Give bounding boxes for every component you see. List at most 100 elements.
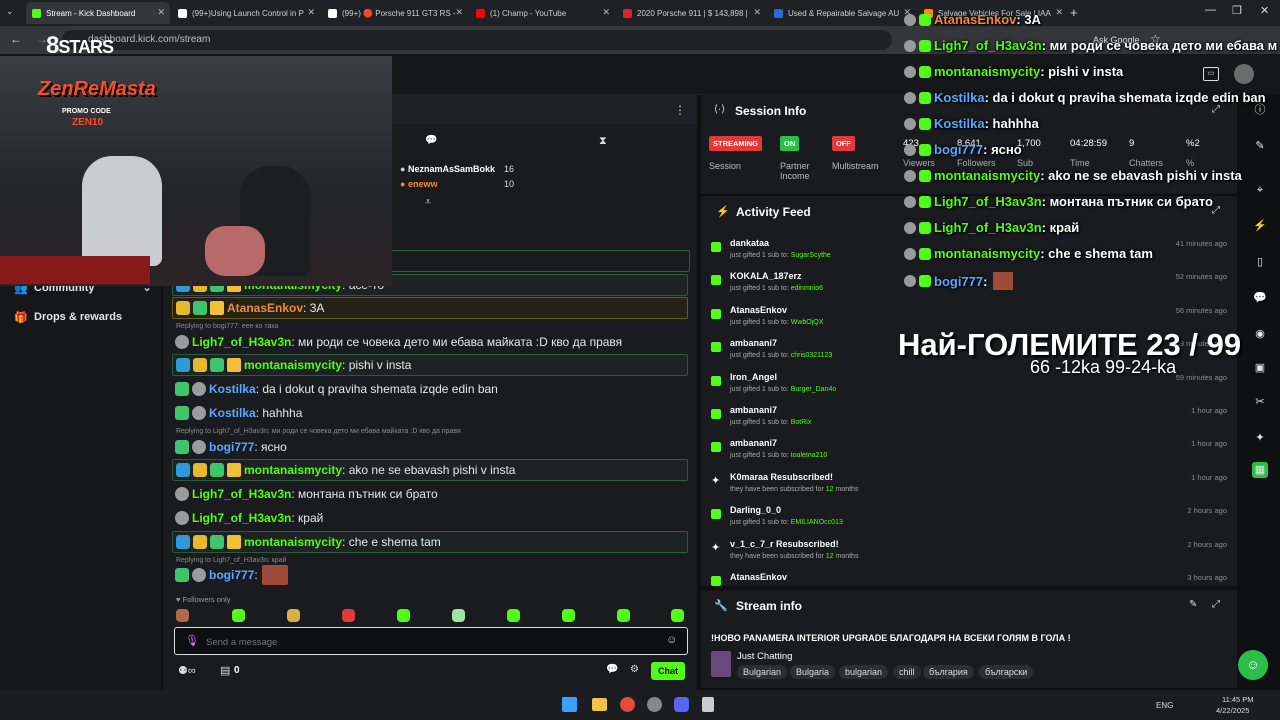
browser-tab[interactable]: Stream - Kick Dashboard ✕	[26, 2, 170, 24]
chat-username[interactable]: Ligh7_of_H3av3n	[192, 335, 291, 349]
chat-message[interactable]: Kostilka: da i dokut q praviha shemata i…	[172, 378, 688, 400]
gift-sub-icon[interactable]: ▤	[220, 664, 230, 677]
emote-icon[interactable]	[617, 609, 630, 622]
discord-icon[interactable]	[674, 697, 689, 712]
back-icon[interactable]: ←	[10, 32, 22, 46]
chat-message[interactable]: bogi777: ясно	[172, 436, 688, 458]
file-explorer-icon[interactable]	[592, 698, 607, 711]
top-user-name[interactable]: eneww	[408, 179, 438, 189]
browser-tab[interactable]: 2020 Porsche 911 | $ 143,898 | ✕	[617, 2, 766, 24]
clock-time[interactable]: 11:45 PM	[1222, 695, 1254, 704]
stream-tag[interactable]: Bulgarian	[737, 665, 788, 679]
emote-icon[interactable]	[507, 609, 520, 622]
chat-message-input[interactable]	[204, 633, 648, 651]
chat-icon[interactable]: 💬	[1252, 290, 1268, 306]
add-widget-icon[interactable]: ▦	[1252, 462, 1268, 478]
browser-tab[interactable]: Used & Repairable Salvage AU ✕	[768, 2, 916, 24]
sidebar-item-drops[interactable]: 🎁 Drops & rewards	[14, 311, 122, 324]
emote-icon[interactable]	[232, 609, 245, 622]
tab-search-icon[interactable]: ⌄	[6, 6, 18, 18]
minimize-icon[interactable]: —	[1205, 4, 1216, 16]
stream-tag[interactable]: chill	[893, 665, 921, 679]
top-user-name[interactable]: NeznamAsSamBokk	[408, 164, 495, 174]
activity-target[interactable]: SugarScythe	[791, 252, 831, 259]
gear-icon[interactable]: ⚙	[630, 664, 639, 675]
activity-target[interactable]: toaletna210	[791, 452, 828, 459]
activity-target[interactable]: 12	[826, 553, 834, 560]
activity-name[interactable]: AtanasEnkov	[730, 572, 787, 582]
stream-tag[interactable]: българия	[923, 665, 974, 679]
tab-close-icon[interactable]: ✕	[753, 7, 761, 18]
activity-target[interactable]: chris0321123	[791, 352, 833, 359]
display-icon[interactable]: ▭	[1203, 67, 1219, 81]
chat-username[interactable]: montanaismycity	[244, 358, 342, 372]
activity-target[interactable]: Burger_Dan4o	[791, 386, 837, 393]
tab-close-icon[interactable]: ✕	[1055, 7, 1063, 18]
activity-target[interactable]: BotRix	[791, 419, 812, 426]
chat-username[interactable]: bogi777	[209, 440, 254, 454]
activity-name[interactable]: ambanani7	[730, 338, 777, 348]
activity-name[interactable]: AtanasEnkov	[730, 305, 787, 315]
chat-settings-bubble-icon[interactable]: 💬	[606, 664, 618, 675]
stream-tag[interactable]: Bulgaria	[790, 665, 836, 679]
obs-icon[interactable]	[647, 697, 662, 712]
tab-close-icon[interactable]: ✕	[157, 7, 165, 18]
emote-icon[interactable]	[562, 609, 575, 622]
chat-message[interactable]: Ligh7_of_H3av3n: ми роди се човека дето …	[172, 331, 688, 353]
chat-message[interactable]: AtanasEnkov: 3A	[172, 297, 688, 319]
activity-name[interactable]: KOKALA_187erz	[730, 271, 802, 281]
expand-list-icon[interactable]: ⩡	[425, 196, 431, 209]
stream-tag[interactable]: български	[979, 665, 1034, 679]
browser-tab[interactable]: (99+) 🔴 Porsche 911 GT3 RS - ✕	[322, 2, 468, 24]
points-icon[interactable]: ⚉∞	[178, 664, 196, 677]
emote-icon[interactable]	[397, 609, 410, 622]
popout-icon[interactable]: ⤢	[1212, 104, 1220, 115]
hourglass-icon[interactable]: ⧗	[599, 135, 607, 148]
tab-close-icon[interactable]: ✕	[602, 7, 610, 18]
notepad-icon[interactable]	[702, 697, 714, 712]
emote-icon[interactable]	[342, 609, 355, 622]
browser-tab[interactable]: (99+)Using Launch Control in P ✕	[172, 2, 320, 24]
chat-message[interactable]: montanaismycity: che e shema tam	[172, 531, 688, 553]
pencil-icon[interactable]: ✎	[1252, 138, 1268, 154]
chat-message[interactable]: montanaismycity: ako ne se ebavash pishi…	[172, 459, 688, 481]
clip-icon[interactable]: ▣	[1252, 360, 1268, 376]
stream-tag[interactable]: bulgarian	[839, 665, 889, 679]
new-tab-icon[interactable]: +	[1070, 5, 1078, 20]
chat-username[interactable]: Kostilka	[209, 406, 256, 420]
edit-icon[interactable]: ✎	[1189, 599, 1197, 610]
close-window-icon[interactable]: ✕	[1260, 4, 1269, 17]
chrome-icon[interactable]	[620, 697, 635, 712]
activity-target[interactable]: edinmnio6	[791, 285, 823, 292]
popout-icon[interactable]: ⤢	[1212, 205, 1220, 216]
activity-target[interactable]: WwbOjQX	[791, 319, 824, 326]
activity-name[interactable]: K0maraa Resubscribed!	[730, 472, 833, 482]
chat-message[interactable]: montanaismycity: pishi v insta	[172, 354, 688, 376]
chat-username[interactable]: Kostilka	[209, 382, 256, 396]
emote-icon[interactable]	[452, 609, 465, 622]
broadcast-icon[interactable]: ◉	[1252, 326, 1268, 342]
activity-name[interactable]: ambanani7	[730, 405, 777, 415]
chat-menu-icon[interactable]: ⋮	[674, 103, 686, 117]
user-avatar[interactable]	[1234, 64, 1254, 84]
emote-icon[interactable]	[176, 609, 189, 622]
start-icon[interactable]	[562, 697, 577, 712]
chat-message[interactable]: Ligh7_of_H3av3n: край	[172, 507, 688, 529]
chat-message[interactable]: Ligh7_of_H3av3n: монтана пътник си брато	[172, 483, 688, 505]
popout-icon[interactable]: ⤢	[1212, 599, 1220, 610]
activity-name[interactable]: dankataa	[730, 238, 769, 248]
chat-username[interactable]: bogi777	[209, 568, 254, 582]
emoji-picker-icon[interactable]: ☺	[666, 634, 677, 646]
chat-bubble-icon[interactable]: 💬	[425, 135, 437, 146]
activity-name[interactable]: Darling_0_0	[730, 505, 781, 515]
activity-target[interactable]: EMILIANOcc013	[791, 519, 843, 526]
activity-target[interactable]: 12	[826, 486, 834, 493]
lightning-icon[interactable]: ⚡	[1252, 218, 1268, 234]
emote-icon[interactable]	[287, 609, 300, 622]
chat-username[interactable]: Ligh7_of_H3av3n	[192, 487, 291, 501]
mobile-icon[interactable]: ▯	[1252, 254, 1268, 270]
tab-close-icon[interactable]: ✕	[307, 7, 315, 18]
chat-username[interactable]: montanaismycity	[244, 463, 342, 477]
emote-icon[interactable]	[671, 609, 684, 622]
chat-username[interactable]: Ligh7_of_H3av3n	[192, 511, 291, 525]
